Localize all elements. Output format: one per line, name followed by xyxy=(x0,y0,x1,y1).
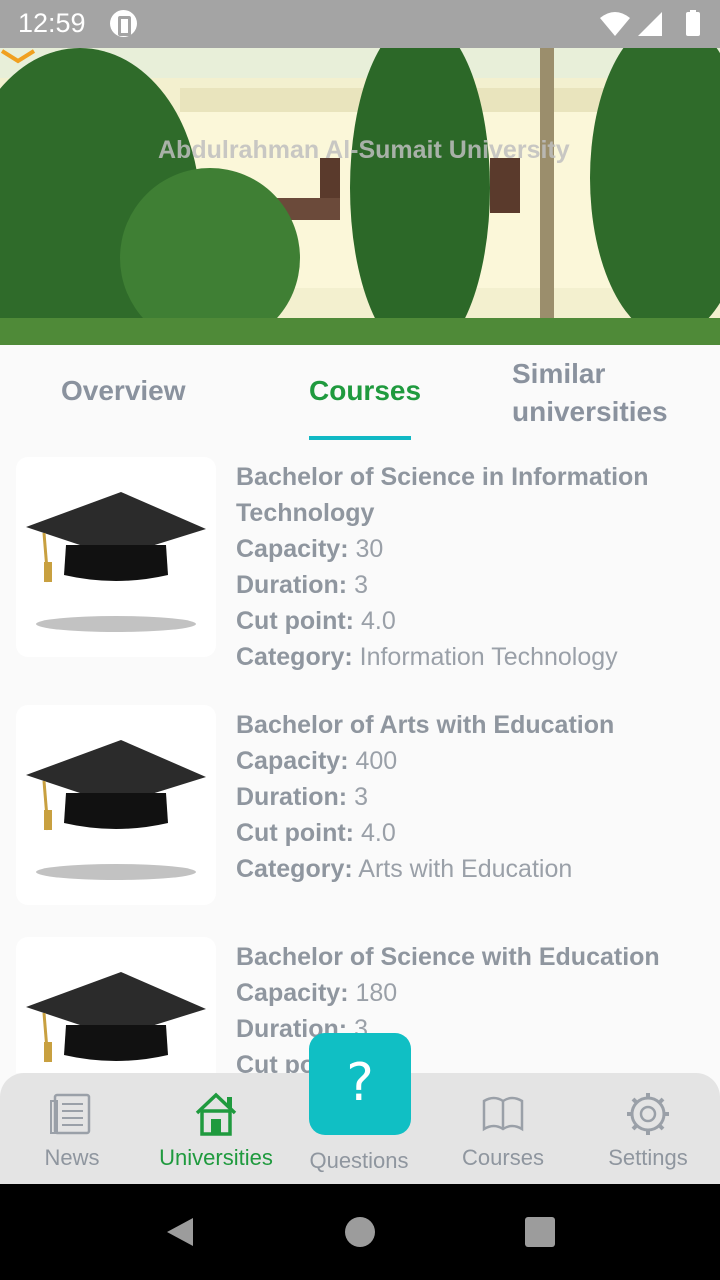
capacity-label: Capacity: xyxy=(236,747,349,775)
questions-fab-button[interactable]: ? xyxy=(309,1033,411,1135)
status-time: 12:59 xyxy=(18,8,86,38)
duration-label: Duration: xyxy=(236,571,348,599)
signal-icon xyxy=(638,12,662,36)
cut-point-label: Cut point: xyxy=(236,819,355,847)
graduation-cap-image xyxy=(16,457,216,657)
course-details: Bachelor of Arts with Education Capacity… xyxy=(236,707,706,887)
battery-icon xyxy=(686,12,700,36)
cut-point-value: 4.0 xyxy=(360,819,396,847)
book-icon xyxy=(482,1096,524,1132)
tab-overview[interactable]: Overview xyxy=(61,375,186,407)
status-bar: 12:59 xyxy=(0,0,720,48)
course-details: Bachelor of Science with Education Capac… xyxy=(236,939,706,1073)
recent-apps-button[interactable] xyxy=(525,1217,555,1247)
tab-indicator xyxy=(309,436,411,440)
system-navigation-bar xyxy=(0,1184,720,1280)
graduation-cap-icon xyxy=(26,740,206,880)
university-name: Abdulrahman Al-Sumait University xyxy=(158,136,570,164)
category-value: Arts with Education xyxy=(358,855,573,883)
nav-courses[interactable]: Courses xyxy=(450,1073,556,1184)
course-list[interactable]: Bachelor of Science in Information Techn… xyxy=(0,457,720,1073)
cut-point-label: Cut point: xyxy=(236,607,355,635)
cut-point-value: 4.0 xyxy=(360,607,396,635)
tab-similar-universities[interactable]: Similar universities xyxy=(512,355,692,431)
nav-news[interactable]: News xyxy=(22,1073,122,1184)
tab-courses[interactable]: Courses xyxy=(309,375,421,407)
category-value: Information Technology xyxy=(359,643,618,671)
home-button[interactable] xyxy=(345,1217,375,1247)
home-icon xyxy=(195,1092,237,1136)
category-label: Category: xyxy=(236,643,353,671)
wifi-icon xyxy=(600,12,630,36)
duration-value: 3 xyxy=(354,783,368,811)
status-icons xyxy=(600,10,700,36)
graduation-cap-image xyxy=(16,705,216,905)
graduation-cap-icon xyxy=(26,492,206,632)
course-title: Bachelor of Arts with Education xyxy=(236,711,615,739)
capacity-value: 400 xyxy=(355,747,398,775)
chevron-down-icon[interactable] xyxy=(0,48,36,64)
category-label: Category: xyxy=(236,855,353,883)
nav-universities[interactable]: Universities xyxy=(150,1073,282,1184)
nav-questions-label: Questions xyxy=(309,1148,409,1173)
course-title: Bachelor of Science with Education xyxy=(236,943,660,971)
app-notification-icon xyxy=(110,10,137,37)
graduation-cap-icon xyxy=(26,972,206,1063)
nav-courses-label: Courses xyxy=(462,1145,544,1170)
tab-bar: Overview Courses Similar universities xyxy=(0,345,720,445)
capacity-label: Capacity: xyxy=(236,535,349,563)
capacity-value: 180 xyxy=(355,979,398,1007)
duration-label: Duration: xyxy=(236,783,348,811)
nav-universities-label: Universities xyxy=(159,1145,273,1170)
gear-icon xyxy=(627,1093,669,1135)
graduation-cap-image xyxy=(16,937,216,1073)
newspaper-icon xyxy=(50,1093,91,1135)
campus-photo xyxy=(0,48,720,345)
capacity-value: 30 xyxy=(355,535,384,563)
nav-news-label: News xyxy=(44,1145,100,1170)
capacity-label: Capacity: xyxy=(236,979,349,1007)
university-hero-image: Abdulrahman Al-Sumait University xyxy=(0,48,720,345)
course-title: Bachelor of Science in Information Techn… xyxy=(236,463,649,527)
nav-settings[interactable]: Settings xyxy=(598,1073,698,1184)
duration-value: 3 xyxy=(354,571,368,599)
back-icon[interactable] xyxy=(163,1216,195,1248)
course-details: Bachelor of Science in Information Techn… xyxy=(236,459,706,675)
nav-settings-label: Settings xyxy=(608,1145,688,1170)
